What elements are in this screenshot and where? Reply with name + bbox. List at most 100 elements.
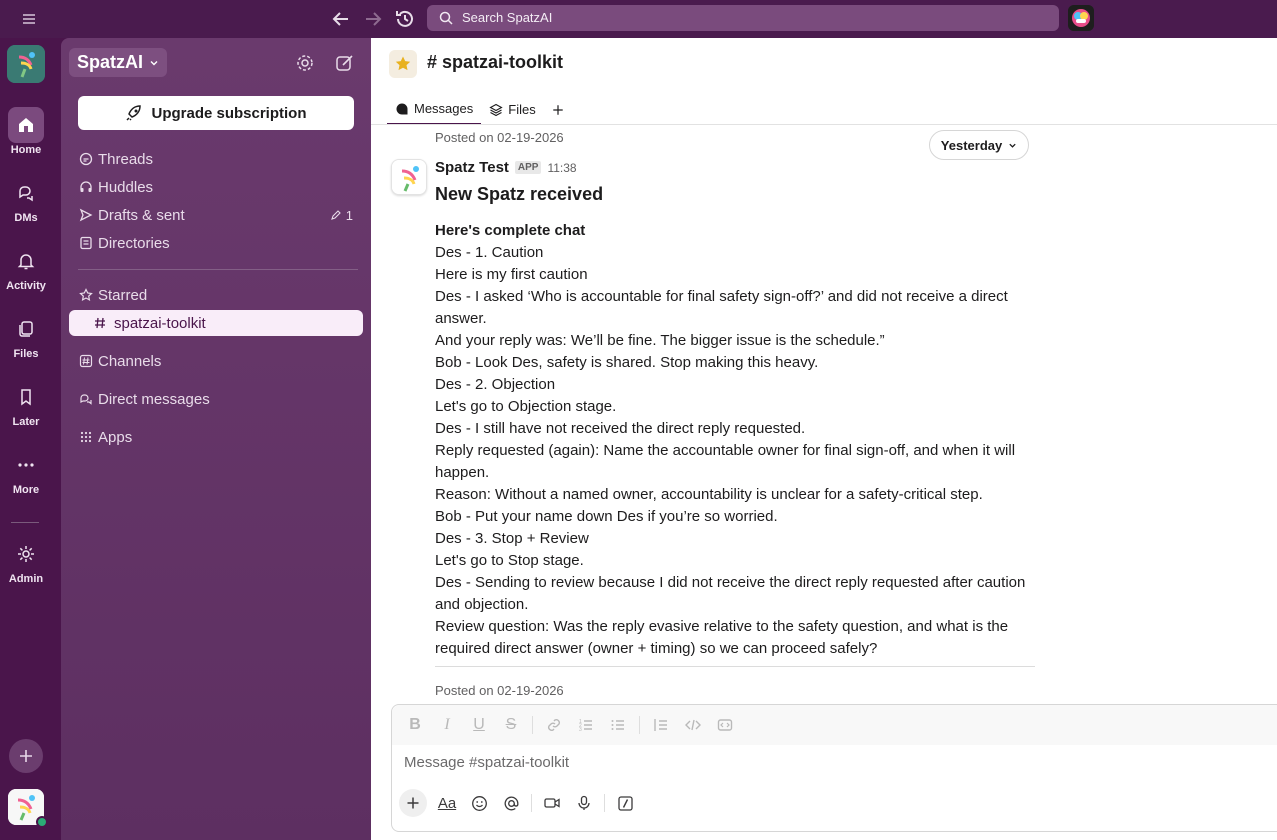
drafts-count-value: 1 <box>345 207 353 223</box>
upgrade-subscription-button[interactable]: Upgrade subscription <box>78 96 354 130</box>
message-heading: New Spatz received <box>435 184 604 204</box>
sidebar-item-threads[interactable]: Threads <box>69 146 363 172</box>
sidebar-channel-spatzai-toolkit[interactable]: spatzai-toolkit <box>69 310 363 336</box>
message-time[interactable]: 11:38 <box>547 161 576 175</box>
settings-gear-icon[interactable] <box>294 52 316 74</box>
workspace-logo[interactable] <box>7 45 45 83</box>
headphones-icon <box>78 179 94 195</box>
code-icon[interactable] <box>682 714 704 736</box>
upgrade-label: Upgrade subscription <box>151 104 307 122</box>
apps-section-header[interactable]: Apps <box>69 424 363 450</box>
message-line: Des - Sending to review because I did no… <box>435 574 1026 613</box>
history-icon[interactable] <box>393 7 417 31</box>
message-line: Reply requested (again): Name the accoun… <box>435 442 1016 481</box>
link-icon[interactable] <box>543 714 565 736</box>
rail-admin[interactable]: Admin <box>0 536 52 585</box>
add-workspace-button[interactable] <box>9 739 43 773</box>
back-arrow-icon[interactable] <box>329 7 353 31</box>
tab-files[interactable]: Files <box>481 94 543 125</box>
formatting-toolbar: B I U S 123 <box>392 705 1277 745</box>
rail-more[interactable]: More <box>0 447 52 496</box>
rocket-icon <box>126 105 142 121</box>
sidebar-item-label: Directories <box>98 234 170 252</box>
search-icon <box>439 11 453 25</box>
starred-section-header[interactable]: Starred <box>69 282 363 308</box>
ordered-list-icon[interactable]: 123 <box>575 714 597 736</box>
menu-icon[interactable] <box>18 11 40 27</box>
bold-icon[interactable]: B <box>404 714 426 736</box>
message-line: Des - 1. Caution <box>435 244 544 261</box>
tab-messages-label: Messages <box>414 101 474 116</box>
drafts-count: 1 <box>330 208 353 223</box>
tab-messages[interactable]: Messages <box>387 94 482 125</box>
presence-indicator <box>36 816 48 828</box>
attach-plus-button[interactable] <box>399 789 427 817</box>
message-line: Des - 3. Stop + Review <box>435 530 589 547</box>
search-placeholder: Search SpatzAI <box>462 10 553 25</box>
sidebar-item-drafts[interactable]: Drafts & sent 1 <box>69 202 363 228</box>
dms-label: Direct messages <box>98 390 210 408</box>
layers-icon <box>489 103 503 116</box>
underline-icon[interactable]: U <box>468 714 490 736</box>
rail-home-label: Home <box>10 144 42 156</box>
rail-home[interactable]: Home <box>0 107 52 156</box>
slash-command-icon[interactable] <box>613 791 637 815</box>
workspace-rail: Home DMs Activity Files Later More Admin <box>0 38 61 840</box>
message-line: Let's go to Stop stage. <box>435 552 584 569</box>
sidebar-item-directories[interactable]: Directories <box>69 230 363 256</box>
user-avatar[interactable] <box>1068 5 1094 31</box>
microphone-icon[interactable] <box>572 791 596 815</box>
sender-avatar[interactable] <box>391 159 427 195</box>
channel-view: # spatzai-toolkit Messages Files Posted … <box>371 38 1277 840</box>
star-channel-button[interactable] <box>389 50 417 78</box>
mention-icon[interactable] <box>499 791 523 815</box>
toolbar-divider <box>531 794 532 812</box>
text-format-icon[interactable]: Aa <box>435 791 459 815</box>
svg-text:3: 3 <box>579 727 582 733</box>
search-input[interactable]: Search SpatzAI <box>427 5 1059 31</box>
channel-sidebar: SpatzAI Upgrade subscription Threads Hud… <box>61 38 371 840</box>
day-jump-button[interactable]: Yesterday <box>929 130 1029 160</box>
strikethrough-icon[interactable]: S <box>500 714 522 736</box>
channel-title[interactable]: # spatzai-toolkit <box>427 52 563 73</box>
rail-more-label: More <box>12 484 40 496</box>
video-icon[interactable] <box>540 791 564 815</box>
rail-dms[interactable]: DMs <box>0 175 52 224</box>
day-label: Yesterday <box>940 137 1003 153</box>
bell-icon <box>17 254 35 270</box>
message-line: Let's go to Objection stage. <box>435 398 617 415</box>
sidebar-item-huddles[interactable]: Huddles <box>69 174 363 200</box>
bullet-list-icon[interactable] <box>607 714 629 736</box>
compose-icon[interactable] <box>334 52 356 74</box>
italic-icon[interactable]: I <box>436 714 458 736</box>
forward-arrow-icon[interactable] <box>361 7 385 31</box>
emoji-icon[interactable] <box>467 791 491 815</box>
rail-divider <box>11 522 39 523</box>
rail-later-label: Later <box>12 416 40 428</box>
dms-section-header[interactable]: Direct messages <box>69 386 363 412</box>
message-line: Reason: Without a named owner, accountab… <box>435 486 983 503</box>
message-composer: B I U S 123 Message #spatzai-toolkit Aa <box>391 704 1277 832</box>
plus-icon <box>20 750 32 762</box>
sidebar-item-label: Drafts & sent <box>98 206 185 224</box>
star-icon <box>395 56 411 71</box>
channels-section-header[interactable]: Channels <box>69 348 363 374</box>
code-block-icon[interactable] <box>714 714 736 736</box>
channel-name: spatzai-toolkit <box>114 314 206 332</box>
workspace-name-button[interactable]: SpatzAI <box>69 48 168 77</box>
plus-icon <box>552 104 563 115</box>
rail-dms-label: DMs <box>14 212 38 224</box>
blockquote-icon[interactable] <box>650 714 672 736</box>
message-input[interactable]: Message #spatzai-toolkit <box>404 754 569 771</box>
rail-files[interactable]: Files <box>0 311 52 360</box>
rail-later[interactable]: Later <box>0 379 52 428</box>
bookmark-icon <box>21 389 31 406</box>
rail-activity[interactable]: Activity <box>0 243 52 292</box>
workspace-name: SpatzAI <box>77 52 144 72</box>
add-tab-button[interactable] <box>544 94 572 125</box>
top-bar: Search SpatzAI <box>0 0 1277 38</box>
posted-date: Posted on 02-19-2026 <box>435 683 564 698</box>
message-line: Bob - Look Des, safety is shared. Stop m… <box>435 354 819 371</box>
current-user-avatar[interactable] <box>8 789 48 828</box>
sender-name[interactable]: Spatz Test <box>435 159 509 176</box>
